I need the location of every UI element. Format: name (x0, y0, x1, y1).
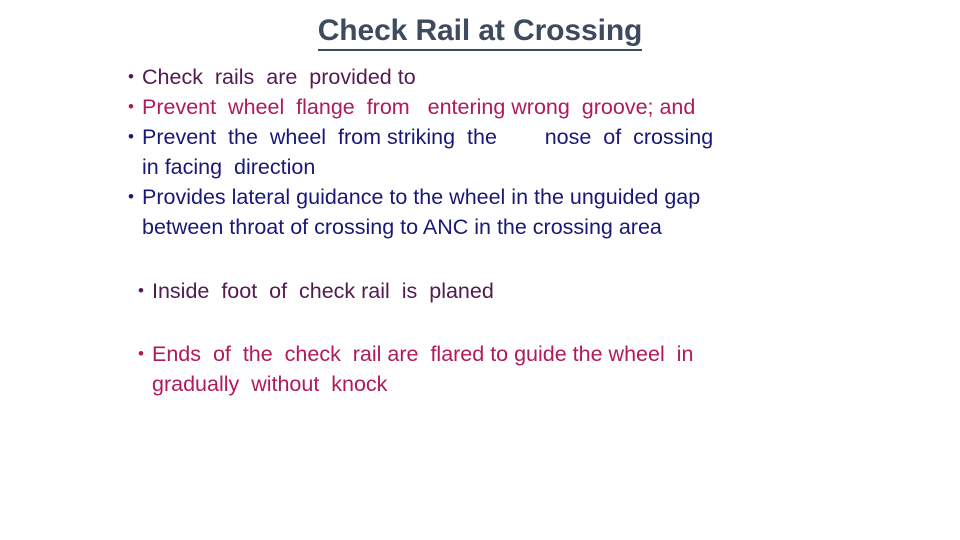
list-item-text-continuation: gradually without knock (152, 372, 388, 396)
page-title-text: Check Rail at Crossing (317, 14, 642, 51)
list-item-prevent-wheel-striking-nose: • Prevent the wheel from striking the no… (128, 122, 868, 152)
list-item-text: Provides lateral guidance to the wheel i… (142, 185, 701, 209)
list-item-text-continuation: in facing direction (142, 155, 316, 179)
list-item-check-rails-provided: • Check rails are provided to (128, 62, 868, 92)
page-title: Check Rail at Crossing (0, 14, 960, 51)
list-item-text: Prevent the wheel from striking the nose… (142, 125, 714, 149)
bullet-marker-icon: • (128, 67, 134, 86)
bullet-list: • Check rails are provided to • Prevent … (128, 62, 868, 399)
bullet-subgroup: • Inside foot of check rail is planed • … (138, 276, 868, 399)
list-item-prevent-wheel-flange: • Prevent wheel flange from entering wro… (128, 92, 868, 122)
list-item-text: Check rails are provided to (142, 65, 416, 89)
list-item-ends-flared: • Ends of the check rail are flared to g… (138, 339, 868, 369)
list-item-text: Prevent wheel flange from entering wrong… (142, 95, 696, 119)
slide-canvas: Check Rail at Crossing • Check rails are… (0, 0, 960, 540)
list-item-text: Inside foot of check rail is planed (152, 279, 494, 303)
list-item-text-continuation: between throat of crossing to ANC in the… (142, 215, 662, 239)
bullet-marker-icon: • (128, 97, 134, 116)
bullet-marker-icon: • (128, 187, 134, 206)
bullet-marker-icon: • (138, 281, 144, 300)
list-item-inside-foot-planed: • Inside foot of check rail is planed (138, 276, 868, 306)
list-item-provides-lateral-guidance: • Provides lateral guidance to the wheel… (128, 182, 868, 212)
bullet-marker-icon: • (128, 127, 134, 146)
bullet-marker-icon: • (138, 344, 144, 363)
list-item-text: Ends of the check rail are flared to gui… (152, 342, 694, 366)
